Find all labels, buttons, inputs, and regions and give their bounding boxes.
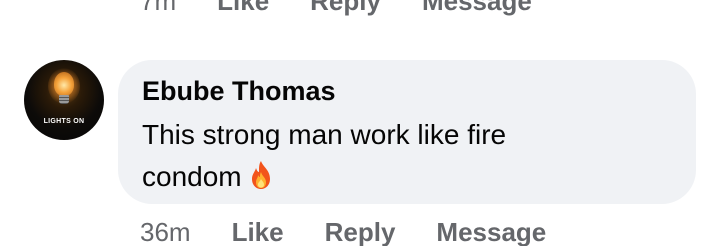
- comment-author[interactable]: Ebube Thomas: [142, 76, 336, 107]
- like-button[interactable]: Like: [217, 0, 269, 17]
- like-button[interactable]: Like: [232, 217, 284, 246]
- comment-bubble: Ebube Thomas This strong man work like f…: [118, 60, 696, 204]
- comment-timestamp[interactable]: 7m: [140, 0, 176, 17]
- avatar[interactable]: LIGHTS ON: [24, 60, 104, 140]
- comment-body: This strong man work like fire condom: [142, 114, 602, 198]
- reply-button[interactable]: Reply: [310, 0, 381, 17]
- lightbulb-base: [59, 95, 69, 104]
- comment-thread: 7m Like Reply Message LIGHTS ON Ebube Th…: [0, 0, 720, 246]
- reply-button[interactable]: Reply: [325, 217, 396, 246]
- message-button[interactable]: Message: [436, 217, 546, 246]
- previous-comment-actions: 7m Like Reply Message: [140, 0, 573, 17]
- lightbulb-icon: [54, 72, 74, 96]
- fire-icon: [251, 161, 270, 189]
- comment-timestamp[interactable]: 36m: [140, 217, 191, 246]
- comment-text: This strong man work like fire condom: [142, 119, 507, 192]
- message-button[interactable]: Message: [422, 0, 532, 17]
- comment-actions: 36m Like Reply Message: [140, 217, 587, 246]
- avatar-label: LIGHTS ON: [43, 118, 85, 125]
